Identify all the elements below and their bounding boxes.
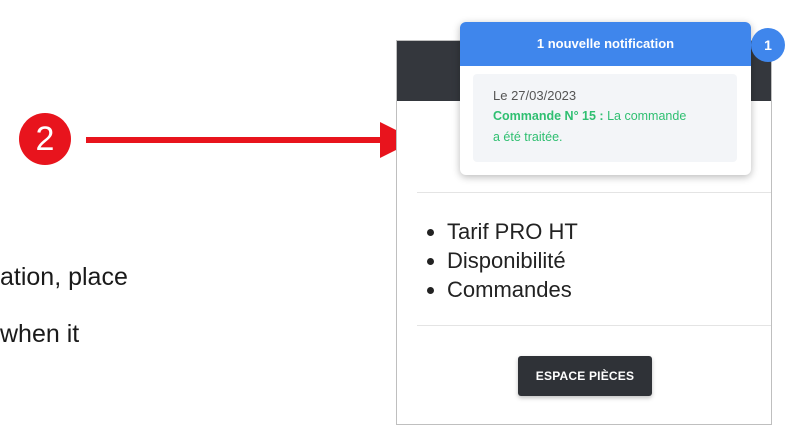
annotation-arrow-line xyxy=(86,137,386,143)
notification-date: Le 27/03/2023 xyxy=(493,88,577,103)
notification-message: Commande N° 15 : La commande a été trait… xyxy=(493,106,693,148)
background-text-line-2: when it xyxy=(0,320,80,348)
notification-item[interactable]: Le 27/03/2023 Commande N° 15 : La comman… xyxy=(473,74,737,162)
features-list: Tarif PRO HT Disponibilité Commandes xyxy=(425,217,578,304)
card-divider-top xyxy=(417,192,771,193)
order-number: Commande N° 15 : xyxy=(493,109,604,123)
card-divider-bottom xyxy=(417,325,771,326)
feature-item: Tarif PRO HT xyxy=(447,217,578,246)
notification-header: 1 nouvelle notification xyxy=(460,22,751,66)
feature-item: Commandes xyxy=(447,275,578,304)
feature-item: Disponibilité xyxy=(447,246,578,275)
step-number-badge: 2 xyxy=(19,113,71,165)
espace-pieces-button[interactable]: ESPACE PIÈCES xyxy=(518,356,652,396)
notification-count-badge[interactable]: 1 xyxy=(751,28,785,62)
background-text-line-1: ation, place xyxy=(0,263,128,291)
notification-popup[interactable]: 1 nouvelle notification Le 27/03/2023 Co… xyxy=(460,22,751,175)
